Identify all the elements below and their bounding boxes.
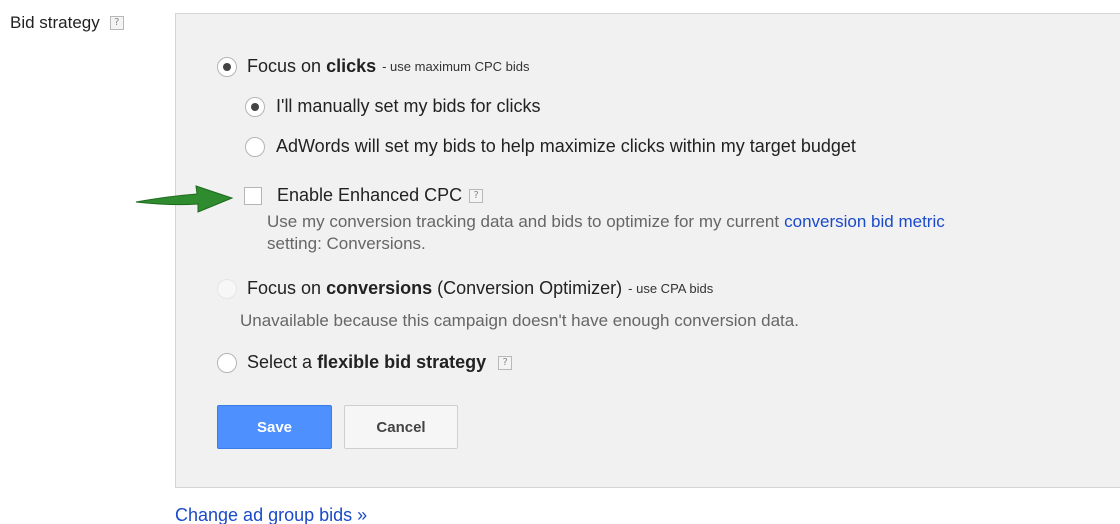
radio-focus-clicks[interactable]	[217, 56, 237, 77]
change-ad-group-bids-link[interactable]: Change ad group bids »	[175, 505, 367, 524]
option-enhanced-cpc[interactable]: Enable Enhanced CPC ?	[244, 185, 484, 206]
conversion-bid-metric-link[interactable]: conversion bid metric	[784, 212, 945, 232]
bid-strategy-title: Bid strategy	[10, 13, 100, 32]
enhanced-cpc-label: Enable Enhanced CPC	[277, 185, 463, 205]
radio-adwords-auto[interactable]	[245, 136, 265, 157]
focus-conversions-suffix: - use CPA bids	[628, 281, 714, 296]
focus-clicks-suffix: - use maximum CPC bids	[382, 59, 530, 74]
help-icon[interactable]: ?	[498, 355, 513, 370]
enhanced-cpc-description-line2: setting: Conversions.	[267, 234, 426, 253]
option-focus-clicks[interactable]: Focus on clicks - use maximum CPC bids	[217, 56, 529, 77]
focus-conversions-prefix: Focus on	[247, 278, 322, 298]
radio-focus-conversions	[217, 278, 237, 299]
radio-manual-bids[interactable]	[245, 96, 265, 117]
enhanced-cpc-desc-text: Use my conversion tracking data and bids…	[267, 212, 780, 231]
option-adwords-auto[interactable]: AdWords will set my bids to help maximiz…	[245, 136, 856, 157]
focus-clicks-prefix: Focus on	[247, 56, 322, 76]
flexible-strategy-prefix: Select a	[247, 352, 313, 372]
save-button[interactable]: Save	[217, 405, 332, 449]
focus-conversions-bold: conversions	[326, 278, 433, 298]
cancel-button[interactable]: Cancel	[344, 405, 458, 449]
help-icon[interactable]: ?	[109, 16, 124, 30]
bid-strategy-page: Bid strategy ? Focus on clicks - use max…	[0, 0, 1120, 524]
bid-strategy-label: Bid strategy ?	[10, 13, 124, 33]
help-icon[interactable]: ?	[469, 188, 484, 203]
focus-conversions-middle: (Conversion Optimizer)	[437, 278, 623, 298]
focus-clicks-bold: clicks	[326, 56, 377, 76]
radio-flexible-strategy[interactable]	[217, 352, 237, 373]
flexible-strategy-bold: flexible bid strategy	[317, 352, 487, 372]
focus-conversions-description: Unavailable because this campaign doesn'…	[240, 311, 799, 330]
option-focus-conversions: Focus on conversions (Conversion Optimiz…	[217, 278, 713, 299]
green-arrow-icon	[135, 185, 234, 213]
checkbox-enhanced-cpc[interactable]	[244, 186, 262, 205]
enhanced-cpc-description: Use my conversion tracking data and bids…	[267, 212, 945, 232]
adwords-auto-label: AdWords will set my bids to help maximiz…	[276, 136, 856, 156]
manual-bids-label: I'll manually set my bids for clicks	[276, 96, 541, 116]
option-manual-bids[interactable]: I'll manually set my bids for clicks	[245, 96, 541, 117]
option-flexible-strategy[interactable]: Select a flexible bid strategy ?	[217, 352, 513, 373]
